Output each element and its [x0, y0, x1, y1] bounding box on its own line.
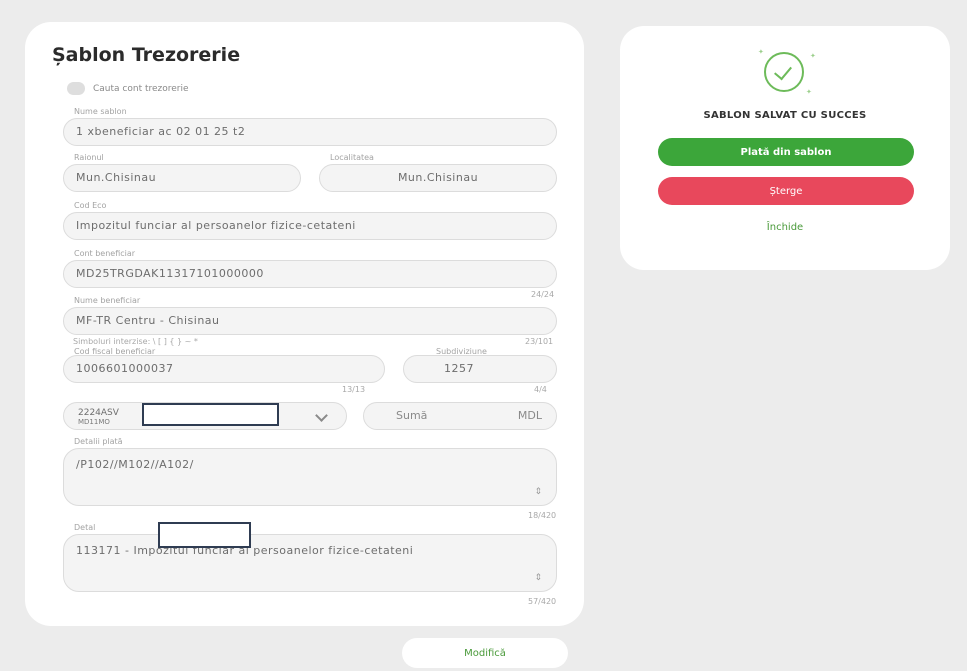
district-field[interactable]: Raionul Mun.Chisinau: [63, 153, 301, 192]
subdivision-field[interactable]: Subdiviziune 1257: [403, 347, 557, 383]
payment-details-value: /P102//M102//A102/: [76, 458, 194, 471]
beneficiary-account-value: MD25TRGDAK11317101000000: [76, 267, 264, 280]
source-account-line2: MD11MO: [78, 418, 110, 426]
details2-counter: 57/420: [528, 597, 557, 606]
payment-details-counter: 18/420: [528, 511, 557, 520]
beneficiary-account-field[interactable]: Cont beneficiar MD25TRGDAK11317101000000: [63, 249, 557, 288]
fiscal-code-label: Cod fiscal beneficiar: [74, 347, 156, 356]
subdivision-counter: 4/4: [534, 385, 547, 394]
locality-field[interactable]: Localitatea Mun.Chisinau: [319, 153, 557, 192]
subdivision-label: Subdiviziune: [436, 347, 487, 356]
currency-label: MDL: [517, 409, 542, 422]
modify-button[interactable]: Modifică: [402, 638, 568, 668]
redaction-box: [142, 403, 279, 426]
eco-code-label: Cod Eco: [74, 201, 107, 210]
locality-value: Mun.Chisinau: [397, 171, 479, 184]
template-name-label: Nume sablon: [74, 107, 127, 116]
sparkle-icon: ✦: [806, 88, 812, 96]
fiscal-code-value: 1006601000037: [76, 362, 174, 375]
payment-details-label: Detalii plată: [74, 437, 123, 446]
fiscal-code-counter: 13/13: [342, 385, 366, 394]
amount-field[interactable]: Sumă MDL: [363, 402, 557, 430]
template-name-field[interactable]: Nume sablon 1 xbeneficiar ac 02 01 25 t2: [63, 107, 557, 146]
forbidden-symbols-hint: Simboluri interzise: \ [ ] { } ~ *: [73, 337, 198, 346]
success-title: SABLON SALVAT CU SUCCES: [703, 110, 867, 121]
amount-label: Sumă: [396, 409, 428, 422]
locality-label: Localitatea: [330, 153, 374, 162]
search-treasury-toggle[interactable]: Cauta cont trezorerie: [67, 82, 189, 95]
beneficiary-account-counter: 24/24: [531, 290, 555, 299]
subdivision-value: 1257: [444, 362, 474, 375]
source-account-line1: 2224ASV: [78, 408, 119, 418]
checkmark-icon: [774, 61, 792, 81]
delete-button[interactable]: Șterge: [658, 177, 914, 205]
beneficiary-name-field[interactable]: Nume beneficiar MF-TR Centru - Chisinau: [63, 296, 557, 335]
toggle-switch[interactable]: [67, 82, 85, 95]
eco-code-field[interactable]: Cod Eco Impozitul funciar al persoanelor…: [63, 201, 557, 240]
details2-label: Detal: [74, 523, 96, 532]
pay-from-template-button[interactable]: Plată din sablon: [658, 138, 914, 166]
payment-details-textarea[interactable]: Detalii plată /P102//M102//A102/ ⇕: [63, 437, 557, 506]
redaction-box: [158, 522, 251, 548]
beneficiary-name-label: Nume beneficiar: [74, 296, 141, 305]
page-title: Șablon Trezorerie: [52, 44, 241, 66]
chevron-down-icon[interactable]: [315, 409, 328, 422]
district-label: Raionul: [74, 153, 104, 162]
sparkle-icon: ✦: [758, 48, 764, 56]
toggle-label: Cauta cont trezorerie: [93, 83, 189, 94]
eco-code-value: Impozitul funciar al persoanelor fizice-…: [76, 219, 356, 232]
template-name-value: 1 xbeneficiar ac 02 01 25 t2: [76, 125, 246, 138]
treasury-template-form: Șablon Trezorerie Cauta cont trezorerie …: [25, 22, 584, 626]
resize-handle-icon[interactable]: ⇕: [534, 573, 542, 583]
sparkle-icon: ✦: [810, 52, 816, 60]
beneficiary-name-value: MF-TR Centru - Chisinau: [76, 314, 220, 327]
details2-textarea[interactable]: Detal 113171 - Impozitul funciar al pers…: [63, 523, 557, 592]
beneficiary-account-label: Cont beneficiar: [74, 249, 136, 258]
check-circle-icon: [764, 52, 804, 92]
close-link[interactable]: Închide: [620, 222, 950, 233]
beneficiary-name-counter: 23/101: [525, 337, 554, 346]
resize-handle-icon[interactable]: ⇕: [534, 487, 542, 497]
district-value: Mun.Chisinau: [76, 171, 157, 184]
success-dialog: ✦ ✦ ✦ SABLON SALVAT CU SUCCES Plată din …: [620, 26, 950, 270]
fiscal-code-field[interactable]: Cod fiscal beneficiar 1006601000037: [63, 347, 385, 383]
